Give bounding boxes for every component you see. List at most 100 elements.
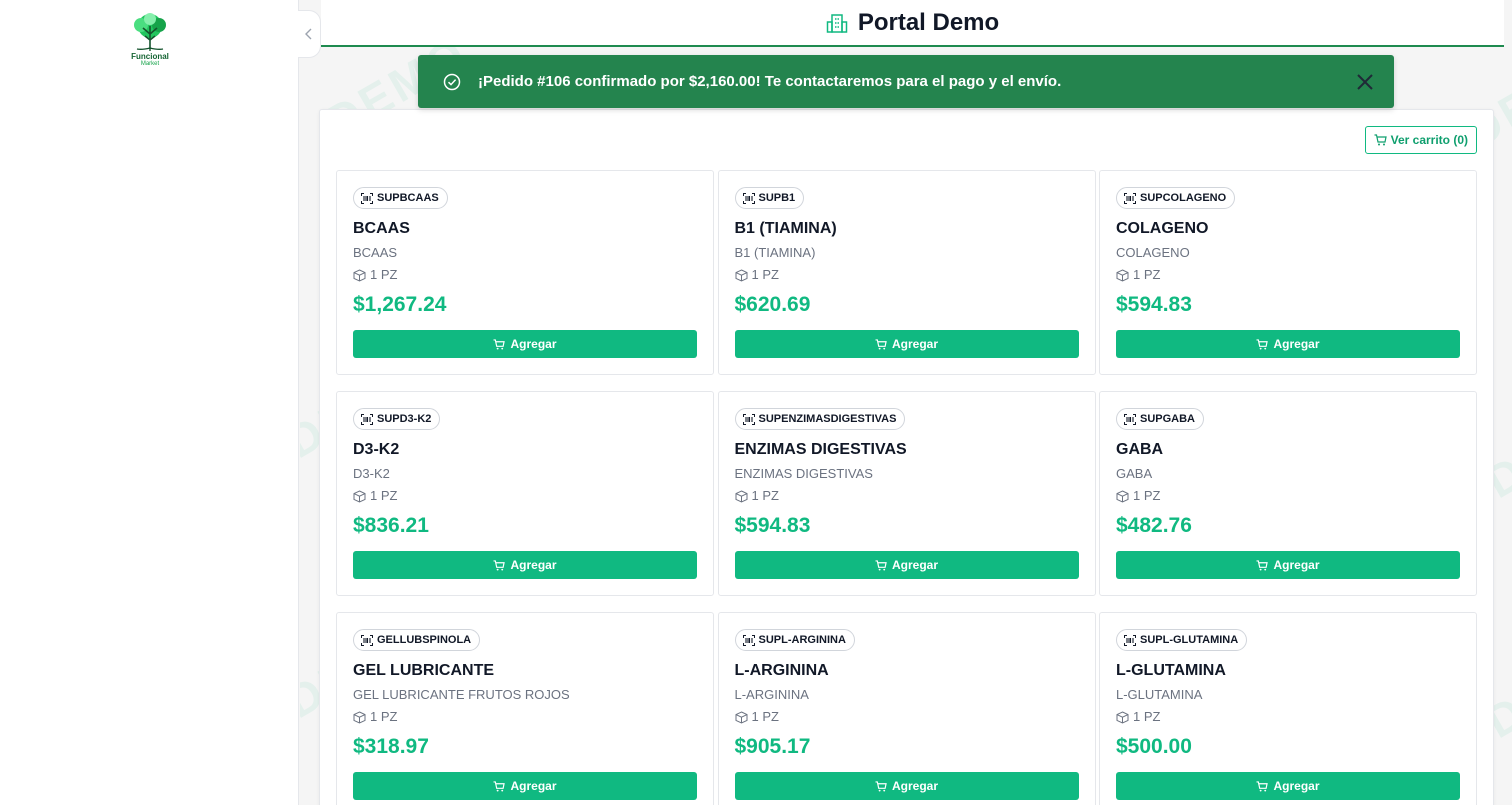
sku-badge: SUPENZIMASDIGESTIVAS [734, 408, 906, 430]
success-toast: ¡Pedido #106 confirmado por $2,160.00! T… [418, 55, 1394, 108]
sku-badge: SUPD3-K2 [353, 408, 441, 430]
sku-text: GELLUBSPINOLA [377, 634, 472, 646]
sku-badge: SUPGABA [1116, 408, 1205, 430]
unit-text: 1 PZ [370, 267, 398, 282]
product-description: COLAGENO [1116, 245, 1190, 260]
product-name: L-GLUTAMINA [1116, 662, 1226, 679]
add-to-cart-button[interactable]: Agregar [353, 551, 697, 579]
product-price: $1,267.24 [353, 293, 447, 316]
add-to-cart-label: Agregar [891, 337, 938, 351]
product-name: B1 (TIAMINA) [734, 220, 837, 237]
add-to-cart-button[interactable]: Agregar [734, 551, 1079, 579]
sidebar: Funcional Market [0, 0, 299, 805]
sku-badge: SUPB1 [734, 187, 805, 209]
unit-text: 1 PZ [370, 709, 398, 724]
add-to-cart-label: Agregar [510, 779, 557, 793]
barcode-icon [1124, 634, 1136, 646]
product-name: COLAGENO [1116, 220, 1209, 237]
cart-icon [1256, 559, 1269, 571]
product-unit: 1 PZ [735, 488, 1079, 504]
barcode-icon [742, 192, 755, 204]
product-description: BCAAS [353, 245, 398, 260]
cart-icon [1374, 134, 1387, 146]
product-price: $905.17 [734, 735, 811, 758]
product-description: ENZIMAS DIGESTIVAS [734, 466, 873, 481]
cart-icon [875, 338, 887, 350]
cart-icon [493, 559, 506, 571]
product-name: L-ARGININA [734, 662, 829, 679]
sku-text: SUPGABA [1140, 413, 1196, 425]
close-icon[interactable] [1350, 67, 1380, 97]
box-icon [353, 268, 366, 282]
product-description: L-GLUTAMINA [1116, 687, 1203, 702]
add-to-cart-label: Agregar [1273, 558, 1320, 572]
add-to-cart-button[interactable]: Agregar [1116, 772, 1460, 800]
product-card: SUPD3-K2 D3-K2 D3-K2 1 PZ $836.21 Agrega… [336, 391, 714, 596]
sku-text: SUPL-ARGININA [758, 634, 846, 646]
product-price: $620.69 [734, 293, 811, 316]
add-to-cart-button[interactable]: Agregar [1116, 551, 1460, 579]
product-grid: SUPBCAAS BCAAS BCAAS 1 PZ $1,267.24 Agre… [336, 170, 1477, 805]
cart-icon [875, 559, 887, 571]
products-panel: Ver carrito (0) SUPBCAAS BCAAS BCAAS 1 P… [319, 109, 1494, 805]
unit-text: 1 PZ [751, 709, 779, 724]
product-card: SUPL-ARGININA L-ARGININA L-ARGININA 1 PZ… [717, 612, 1096, 805]
product-card: SUPBCAAS BCAAS BCAAS 1 PZ $1,267.24 Agre… [336, 170, 714, 375]
add-to-cart-button[interactable]: Agregar [1116, 330, 1460, 358]
barcode-icon [742, 413, 755, 425]
page-header: Portal Demo [321, 0, 1504, 47]
cart-icon [1256, 338, 1269, 350]
box-icon [353, 489, 366, 503]
product-unit: 1 PZ [353, 709, 697, 725]
barcode-icon [361, 413, 373, 425]
cart-icon [493, 780, 506, 792]
sidebar-collapse-button[interactable] [298, 10, 321, 58]
product-description: B1 (TIAMINA) [734, 245, 816, 260]
cart-icon [1256, 780, 1269, 792]
unit-text: 1 PZ [751, 267, 779, 282]
product-price: $500.00 [1116, 735, 1192, 758]
product-description: GEL LUBRICANTE FRUTOS ROJOS [353, 687, 570, 702]
product-card: SUPCOLAGENO COLAGENO COLAGENO 1 PZ $594.… [1099, 170, 1477, 375]
main-area: DEMO DEMO DEMO DEMO DEMO DEMO Portal Dem… [300, 0, 1512, 805]
view-cart-button[interactable]: Ver carrito (0) [1364, 126, 1477, 154]
product-price: $836.21 [353, 514, 429, 537]
product-card: SUPGABA GABA GABA 1 PZ $482.76 Agregar [1099, 391, 1477, 596]
product-unit: 1 PZ [353, 267, 697, 283]
add-to-cart-button[interactable]: Agregar [353, 772, 697, 800]
cart-icon [493, 338, 506, 350]
add-to-cart-button[interactable]: Agregar [353, 330, 697, 358]
product-price: $594.83 [1116, 293, 1192, 316]
unit-text: 1 PZ [370, 488, 398, 503]
product-unit: 1 PZ [353, 488, 697, 504]
product-card: SUPL-GLUTAMINA L-GLUTAMINA L-GLUTAMINA 1… [1099, 612, 1477, 805]
add-to-cart-label: Agregar [510, 558, 557, 572]
barcode-icon [1124, 192, 1136, 204]
box-icon [735, 710, 747, 724]
product-unit: 1 PZ [735, 709, 1079, 725]
product-card: SUPENZIMASDIGESTIVAS ENZIMAS DIGESTIVAS … [717, 391, 1096, 596]
product-description: L-ARGININA [734, 687, 809, 702]
building-icon [826, 13, 848, 33]
product-unit: 1 PZ [735, 267, 1079, 283]
box-icon [735, 268, 747, 282]
cart-icon [875, 780, 887, 792]
product-name: GABA [1116, 441, 1164, 458]
barcode-icon [361, 192, 373, 204]
add-to-cart-label: Agregar [1273, 779, 1320, 793]
product-name: ENZIMAS DIGESTIVAS [734, 441, 907, 458]
unit-text: 1 PZ [1133, 267, 1161, 282]
add-to-cart-button[interactable]: Agregar [734, 772, 1079, 800]
add-to-cart-label: Agregar [510, 337, 557, 351]
unit-text: 1 PZ [751, 488, 779, 503]
product-card: GELLUBSPINOLA GEL LUBRICANTE GEL LUBRICA… [336, 612, 714, 805]
add-to-cart-label: Agregar [891, 558, 938, 572]
product-description: D3-K2 [353, 466, 390, 481]
logo[interactable]: Funcional Market [122, 12, 178, 70]
logo-name: Funcional [131, 52, 169, 61]
sku-text: SUPL-GLUTAMINA [1140, 634, 1239, 646]
add-to-cart-button[interactable]: Agregar [734, 330, 1079, 358]
barcode-icon [361, 634, 373, 646]
chevron-left-icon [305, 28, 312, 40]
box-icon [1116, 489, 1129, 503]
